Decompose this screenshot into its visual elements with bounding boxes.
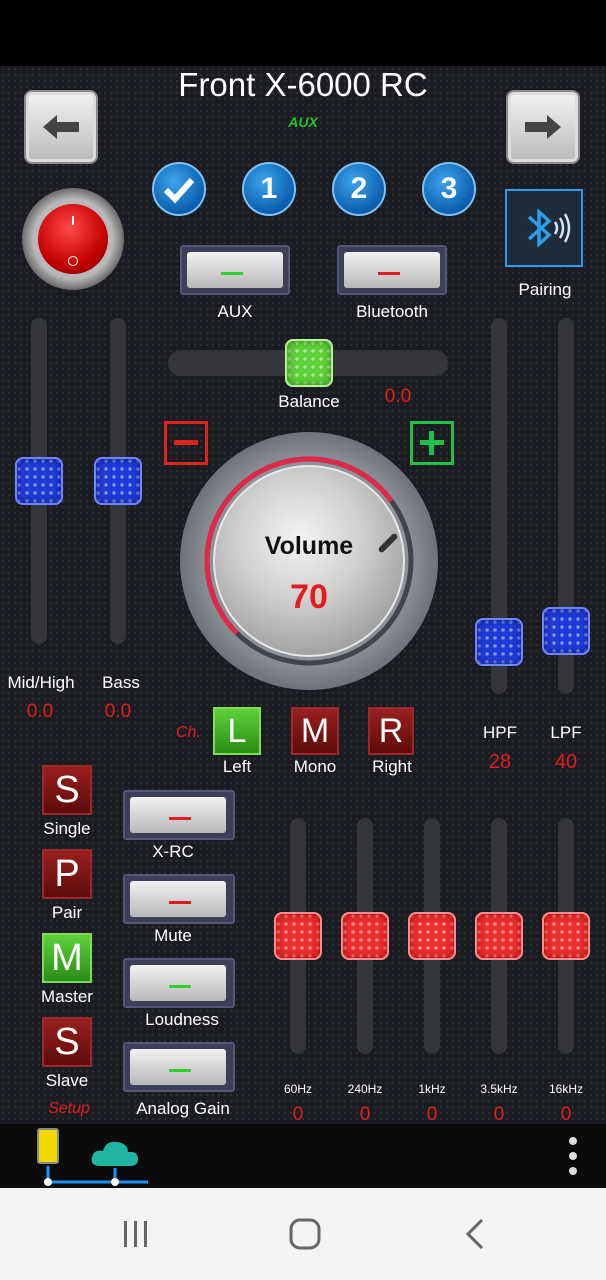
channel-mono-button[interactable]: M xyxy=(291,707,339,755)
mode-pair-button[interactable]: P xyxy=(42,849,92,899)
connection-bar xyxy=(0,1124,606,1188)
bass-label: Bass xyxy=(102,673,140,692)
mode-pair-label: Pair xyxy=(51,903,83,922)
volume-label: Volume xyxy=(264,532,354,560)
eq-16khz-label: 16kHz xyxy=(548,1082,583,1096)
eq-60hz-value: 0 xyxy=(292,1104,304,1125)
eq-16khz-value: 0 xyxy=(560,1104,572,1125)
eq-3-5khz-thumb[interactable] xyxy=(475,912,523,960)
eq-60hz-label: 60Hz xyxy=(283,1082,312,1096)
channel-mono-label: Mono xyxy=(293,757,337,776)
eq-3-5khz-value: 0 xyxy=(493,1104,505,1125)
eq-16khz-thumb[interactable] xyxy=(542,912,590,960)
channel-left-button[interactable]: L xyxy=(213,707,261,755)
bluetooth-input-toggle[interactable] xyxy=(337,245,447,295)
back-nav-icon[interactable] xyxy=(462,1218,488,1250)
bluetooth-input-label: Bluetooth xyxy=(356,302,428,321)
preset-1-button[interactable]: 1 xyxy=(242,162,296,216)
arrow-left-icon xyxy=(43,115,79,139)
channel-label: Ch. xyxy=(176,724,201,741)
mute-toggle[interactable] xyxy=(123,874,235,924)
mode-slave-label: Slave xyxy=(45,1071,89,1090)
pairing-button[interactable] xyxy=(505,189,583,267)
midhigh-value: 0.0 xyxy=(26,701,54,722)
midhigh-slider-thumb[interactable] xyxy=(15,457,63,505)
preset-2-button[interactable]: 2 xyxy=(332,162,386,216)
recent-apps-icon[interactable] xyxy=(120,1218,152,1250)
eq-1khz-value: 0 xyxy=(426,1104,438,1125)
bluetooth-icon xyxy=(527,208,571,248)
aux-input-label: AUX xyxy=(217,302,253,321)
mode-slave-button[interactable]: S xyxy=(42,1017,92,1067)
lpf-value: 40 xyxy=(554,751,578,773)
cloud-icon[interactable] xyxy=(90,1138,140,1168)
volume-knob-face xyxy=(213,465,405,657)
hpf-label: HPF xyxy=(483,723,517,742)
setup-link[interactable]: Setup xyxy=(30,1100,108,1118)
balance-label: Balance xyxy=(278,392,340,411)
pairing-label: Pairing xyxy=(518,280,572,299)
preset-check-button[interactable] xyxy=(152,162,206,216)
loudness-label: Loudness xyxy=(145,1010,219,1029)
preset-3-button[interactable]: 3 xyxy=(422,162,476,216)
power-button[interactable] xyxy=(22,188,124,290)
channel-left-label: Left xyxy=(222,757,252,776)
mode-master-button[interactable]: M xyxy=(42,933,92,983)
home-icon[interactable] xyxy=(288,1217,322,1251)
eq-60hz-thumb[interactable] xyxy=(274,912,322,960)
eq-3-5khz-label: 3.5kHz xyxy=(480,1082,518,1096)
lpf-slider-thumb[interactable] xyxy=(542,607,590,655)
check-icon xyxy=(163,177,195,204)
balance-slider-thumb[interactable] xyxy=(285,339,333,387)
eq-240hz-label: 240Hz xyxy=(347,1082,383,1096)
eq-240hz-value: 0 xyxy=(359,1104,371,1125)
channel-right-label: Right xyxy=(372,757,412,776)
system-nav-bar xyxy=(0,1188,606,1280)
aux-input-toggle[interactable] xyxy=(180,245,290,295)
volume-value: 70 xyxy=(290,578,328,616)
hpf-value: 28 xyxy=(488,751,512,773)
mode-master-label: Master xyxy=(41,987,93,1006)
forward-button[interactable] xyxy=(506,90,580,164)
eq-1khz-label: 1kHz xyxy=(418,1082,446,1096)
hpf-slider-thumb[interactable] xyxy=(475,618,523,666)
more-vert-icon[interactable] xyxy=(564,1134,582,1180)
bass-slider-thumb[interactable] xyxy=(94,457,142,505)
mute-label: Mute xyxy=(154,926,192,945)
mode-single-button[interactable]: S xyxy=(42,765,92,815)
xrc-label: X-RC xyxy=(152,842,194,861)
analog-gain-label: Analog Gain xyxy=(136,1099,230,1118)
xrc-toggle[interactable] xyxy=(123,790,235,840)
eq-240hz-thumb[interactable] xyxy=(341,912,389,960)
power-icon xyxy=(38,204,108,274)
status-bar xyxy=(0,0,606,66)
volume-knob[interactable]: Volume 70 xyxy=(180,432,438,690)
midhigh-label: Mid/High xyxy=(7,673,75,692)
loudness-toggle[interactable] xyxy=(123,958,235,1008)
arrow-right-icon xyxy=(525,115,561,139)
bass-value: 0.0 xyxy=(104,701,132,722)
back-button[interactable] xyxy=(24,90,98,164)
eq-1khz-thumb[interactable] xyxy=(408,912,456,960)
analog-gain-toggle[interactable] xyxy=(123,1042,235,1092)
mode-single-label: Single xyxy=(43,819,91,838)
phone-icon[interactable] xyxy=(37,1128,59,1164)
lpf-label: LPF xyxy=(550,723,582,742)
balance-value: 0.0 xyxy=(384,386,412,407)
channel-right-button[interactable]: R xyxy=(368,707,414,755)
